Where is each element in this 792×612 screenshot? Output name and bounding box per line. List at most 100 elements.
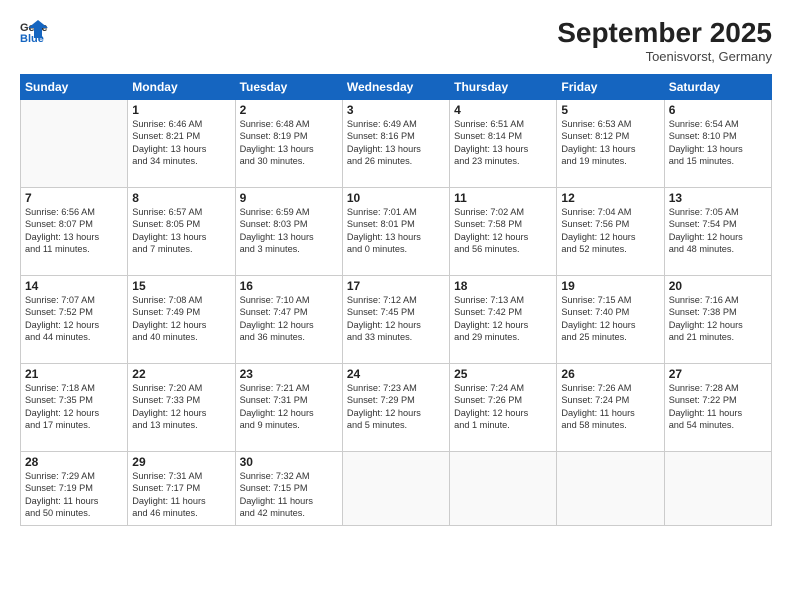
day-info: Sunrise: 7:26 AM Sunset: 7:24 PM Dayligh…	[561, 382, 659, 432]
day-info: Sunrise: 6:57 AM Sunset: 8:05 PM Dayligh…	[132, 206, 230, 256]
day-number: 6	[669, 103, 767, 117]
day-info: Sunrise: 7:04 AM Sunset: 7:56 PM Dayligh…	[561, 206, 659, 256]
table-row: 29Sunrise: 7:31 AM Sunset: 7:17 PM Dayli…	[128, 451, 235, 525]
day-number: 9	[240, 191, 338, 205]
day-info: Sunrise: 6:49 AM Sunset: 8:16 PM Dayligh…	[347, 118, 445, 168]
day-info: Sunrise: 7:12 AM Sunset: 7:45 PM Dayligh…	[347, 294, 445, 344]
day-number: 7	[25, 191, 123, 205]
table-row: 11Sunrise: 7:02 AM Sunset: 7:58 PM Dayli…	[450, 187, 557, 275]
table-row	[557, 451, 664, 525]
day-info: Sunrise: 7:15 AM Sunset: 7:40 PM Dayligh…	[561, 294, 659, 344]
day-info: Sunrise: 6:51 AM Sunset: 8:14 PM Dayligh…	[454, 118, 552, 168]
day-info: Sunrise: 7:21 AM Sunset: 7:31 PM Dayligh…	[240, 382, 338, 432]
day-number: 4	[454, 103, 552, 117]
day-info: Sunrise: 6:56 AM Sunset: 8:07 PM Dayligh…	[25, 206, 123, 256]
subtitle: Toenisvorst, Germany	[557, 49, 772, 64]
calendar-table: Sunday Monday Tuesday Wednesday Thursday…	[20, 74, 772, 526]
header-friday: Friday	[557, 74, 664, 99]
table-row: 28Sunrise: 7:29 AM Sunset: 7:19 PM Dayli…	[21, 451, 128, 525]
day-number: 3	[347, 103, 445, 117]
header-tuesday: Tuesday	[235, 74, 342, 99]
day-number: 22	[132, 367, 230, 381]
table-row: 10Sunrise: 7:01 AM Sunset: 8:01 PM Dayli…	[342, 187, 449, 275]
day-number: 24	[347, 367, 445, 381]
day-number: 26	[561, 367, 659, 381]
table-row: 16Sunrise: 7:10 AM Sunset: 7:47 PM Dayli…	[235, 275, 342, 363]
day-number: 10	[347, 191, 445, 205]
day-number: 13	[669, 191, 767, 205]
table-row: 24Sunrise: 7:23 AM Sunset: 7:29 PM Dayli…	[342, 363, 449, 451]
day-number: 20	[669, 279, 767, 293]
day-number: 1	[132, 103, 230, 117]
day-number: 28	[25, 455, 123, 469]
day-info: Sunrise: 7:08 AM Sunset: 7:49 PM Dayligh…	[132, 294, 230, 344]
header-saturday: Saturday	[664, 74, 771, 99]
table-row: 21Sunrise: 7:18 AM Sunset: 7:35 PM Dayli…	[21, 363, 128, 451]
day-info: Sunrise: 7:29 AM Sunset: 7:19 PM Dayligh…	[25, 470, 123, 520]
day-number: 2	[240, 103, 338, 117]
table-row: 30Sunrise: 7:32 AM Sunset: 7:15 PM Dayli…	[235, 451, 342, 525]
table-row: 13Sunrise: 7:05 AM Sunset: 7:54 PM Dayli…	[664, 187, 771, 275]
table-row	[450, 451, 557, 525]
day-info: Sunrise: 7:32 AM Sunset: 7:15 PM Dayligh…	[240, 470, 338, 520]
logo-icon: General Blue	[20, 18, 48, 46]
table-row: 14Sunrise: 7:07 AM Sunset: 7:52 PM Dayli…	[21, 275, 128, 363]
day-info: Sunrise: 6:54 AM Sunset: 8:10 PM Dayligh…	[669, 118, 767, 168]
day-number: 30	[240, 455, 338, 469]
table-row	[342, 451, 449, 525]
day-info: Sunrise: 6:53 AM Sunset: 8:12 PM Dayligh…	[561, 118, 659, 168]
table-row: 1Sunrise: 6:46 AM Sunset: 8:21 PM Daylig…	[128, 99, 235, 187]
table-row: 17Sunrise: 7:12 AM Sunset: 7:45 PM Dayli…	[342, 275, 449, 363]
day-info: Sunrise: 7:01 AM Sunset: 8:01 PM Dayligh…	[347, 206, 445, 256]
header-wednesday: Wednesday	[342, 74, 449, 99]
table-row: 7Sunrise: 6:56 AM Sunset: 8:07 PM Daylig…	[21, 187, 128, 275]
day-info: Sunrise: 6:59 AM Sunset: 8:03 PM Dayligh…	[240, 206, 338, 256]
table-row: 9Sunrise: 6:59 AM Sunset: 8:03 PM Daylig…	[235, 187, 342, 275]
day-number: 27	[669, 367, 767, 381]
table-row: 2Sunrise: 6:48 AM Sunset: 8:19 PM Daylig…	[235, 99, 342, 187]
day-number: 8	[132, 191, 230, 205]
table-row	[664, 451, 771, 525]
table-row: 4Sunrise: 6:51 AM Sunset: 8:14 PM Daylig…	[450, 99, 557, 187]
day-info: Sunrise: 7:20 AM Sunset: 7:33 PM Dayligh…	[132, 382, 230, 432]
day-info: Sunrise: 7:13 AM Sunset: 7:42 PM Dayligh…	[454, 294, 552, 344]
day-number: 23	[240, 367, 338, 381]
table-row: 20Sunrise: 7:16 AM Sunset: 7:38 PM Dayli…	[664, 275, 771, 363]
day-number: 29	[132, 455, 230, 469]
day-info: Sunrise: 7:31 AM Sunset: 7:17 PM Dayligh…	[132, 470, 230, 520]
day-number: 25	[454, 367, 552, 381]
table-row: 12Sunrise: 7:04 AM Sunset: 7:56 PM Dayli…	[557, 187, 664, 275]
day-info: Sunrise: 7:05 AM Sunset: 7:54 PM Dayligh…	[669, 206, 767, 256]
table-row: 25Sunrise: 7:24 AM Sunset: 7:26 PM Dayli…	[450, 363, 557, 451]
day-number: 12	[561, 191, 659, 205]
table-row: 5Sunrise: 6:53 AM Sunset: 8:12 PM Daylig…	[557, 99, 664, 187]
day-number: 5	[561, 103, 659, 117]
day-number: 16	[240, 279, 338, 293]
table-row: 22Sunrise: 7:20 AM Sunset: 7:33 PM Dayli…	[128, 363, 235, 451]
weekday-header-row: Sunday Monday Tuesday Wednesday Thursday…	[21, 74, 772, 99]
page-header: General Blue September 2025 Toenisvorst,…	[20, 18, 772, 64]
day-number: 21	[25, 367, 123, 381]
table-row: 27Sunrise: 7:28 AM Sunset: 7:22 PM Dayli…	[664, 363, 771, 451]
day-number: 11	[454, 191, 552, 205]
table-row: 3Sunrise: 6:49 AM Sunset: 8:16 PM Daylig…	[342, 99, 449, 187]
table-row: 8Sunrise: 6:57 AM Sunset: 8:05 PM Daylig…	[128, 187, 235, 275]
day-number: 15	[132, 279, 230, 293]
day-number: 17	[347, 279, 445, 293]
table-row: 6Sunrise: 6:54 AM Sunset: 8:10 PM Daylig…	[664, 99, 771, 187]
table-row: 18Sunrise: 7:13 AM Sunset: 7:42 PM Dayli…	[450, 275, 557, 363]
day-info: Sunrise: 7:10 AM Sunset: 7:47 PM Dayligh…	[240, 294, 338, 344]
day-info: Sunrise: 6:48 AM Sunset: 8:19 PM Dayligh…	[240, 118, 338, 168]
logo: General Blue	[20, 18, 50, 46]
month-title: September 2025	[557, 18, 772, 49]
day-info: Sunrise: 7:07 AM Sunset: 7:52 PM Dayligh…	[25, 294, 123, 344]
day-info: Sunrise: 7:02 AM Sunset: 7:58 PM Dayligh…	[454, 206, 552, 256]
day-info: Sunrise: 7:28 AM Sunset: 7:22 PM Dayligh…	[669, 382, 767, 432]
table-row: 26Sunrise: 7:26 AM Sunset: 7:24 PM Dayli…	[557, 363, 664, 451]
day-info: Sunrise: 7:24 AM Sunset: 7:26 PM Dayligh…	[454, 382, 552, 432]
day-info: Sunrise: 6:46 AM Sunset: 8:21 PM Dayligh…	[132, 118, 230, 168]
day-info: Sunrise: 7:23 AM Sunset: 7:29 PM Dayligh…	[347, 382, 445, 432]
day-info: Sunrise: 7:16 AM Sunset: 7:38 PM Dayligh…	[669, 294, 767, 344]
day-info: Sunrise: 7:18 AM Sunset: 7:35 PM Dayligh…	[25, 382, 123, 432]
day-number: 18	[454, 279, 552, 293]
